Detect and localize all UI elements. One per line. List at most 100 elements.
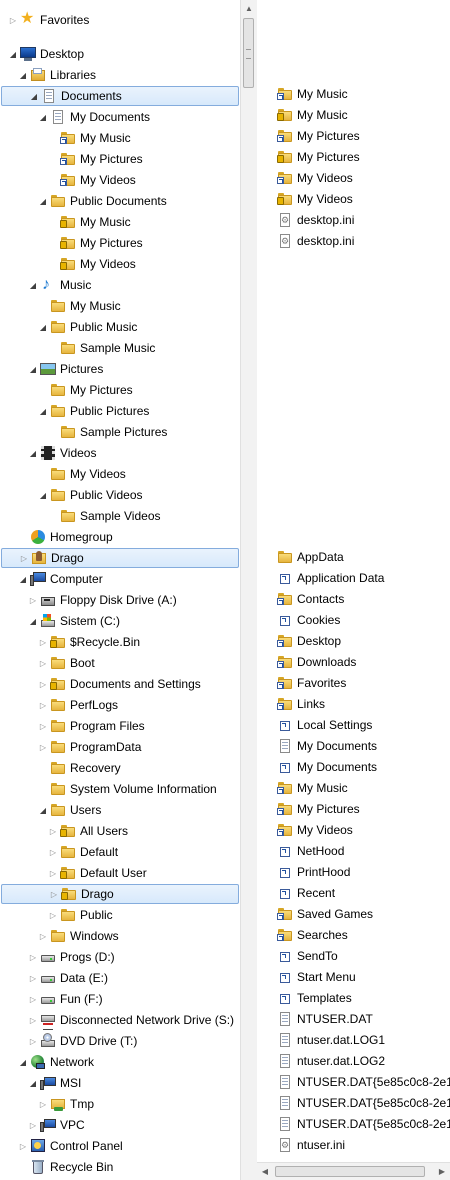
list-item-ntuser-dat-5e85c0c8-2e15[interactable]: NTUSER.DAT{5e85c0c8-2e15- (277, 1072, 450, 1092)
list-item-printhood[interactable]: PrintHood (277, 862, 450, 882)
expanded-arrow-icon[interactable]: ◢ (8, 49, 18, 59)
tree-item-my-videos[interactable]: My Videos (0, 254, 240, 274)
collapsed-arrow-icon[interactable]: ▷ (48, 826, 58, 836)
list-item-sendto[interactable]: SendTo (277, 946, 450, 966)
tree-item-computer[interactable]: ◢ Computer (0, 569, 240, 589)
list-item-desktop-ini[interactable]: desktop.ini (277, 210, 450, 230)
scroll-up-arrow[interactable]: ▲ (241, 0, 257, 16)
list-item-ntuser-dat-log1[interactable]: ntuser.dat.LOG1 (277, 1030, 450, 1050)
list-item-local-settings[interactable]: Local Settings (277, 715, 450, 735)
tree-item-libraries[interactable]: ◢ Libraries (0, 65, 240, 85)
tree-item-sample-pictures[interactable]: Sample Pictures (0, 422, 240, 442)
tree-item-network[interactable]: ◢ Network (0, 1052, 240, 1072)
tree-item-my-music[interactable]: My Music (0, 128, 240, 148)
tree-item-public-documents[interactable]: ◢ Public Documents (0, 191, 240, 211)
list-horizontal-scrollbar[interactable]: ◀ ▶ (257, 1162, 450, 1180)
tree-item-default-user[interactable]: ▷ Default User (0, 863, 240, 883)
tree-item-my-documents[interactable]: ◢ My Documents (0, 107, 240, 127)
collapsed-arrow-icon[interactable]: ▷ (48, 847, 58, 857)
expanded-arrow-icon[interactable]: ◢ (18, 70, 28, 80)
collapsed-arrow-icon[interactable]: ▷ (28, 1120, 38, 1130)
list-item-my-documents[interactable]: My Documents (277, 736, 450, 756)
list-item-ntuser-ini[interactable]: ntuser.ini (277, 1135, 450, 1155)
navigation-tree[interactable]: ▷ Favorites ◢ Desktop ◢ Libraries ◢ Documents ◢ M… (0, 0, 240, 1180)
collapsed-arrow-icon[interactable]: ▷ (19, 553, 29, 563)
list-item-downloads[interactable]: Downloads (277, 652, 450, 672)
tree-item-data-e[interactable]: ▷ Data (E:) (0, 968, 240, 988)
tree-item-perflogs[interactable]: ▷ PerfLogs (0, 695, 240, 715)
tree-item-homegroup[interactable]: Homegroup (0, 527, 240, 547)
list-item-appdata[interactable]: AppData (277, 547, 450, 567)
list-item-start-menu[interactable]: Start Menu (277, 967, 450, 987)
list-item-desktop[interactable]: Desktop (277, 631, 450, 651)
scroll-right-arrow[interactable]: ▶ (434, 1163, 450, 1180)
expanded-arrow-icon[interactable]: ◢ (28, 616, 38, 626)
collapsed-arrow-icon[interactable]: ▷ (38, 721, 48, 731)
list-item-favorites[interactable]: Favorites (277, 673, 450, 693)
list-item-desktop-ini[interactable]: desktop.ini (277, 231, 450, 251)
tree-item-tmp[interactable]: ▷ Tmp (0, 1094, 240, 1114)
list-item-my-videos[interactable]: My Videos (277, 820, 450, 840)
tree-item-default[interactable]: ▷ Default (0, 842, 240, 862)
collapsed-arrow-icon[interactable]: ▷ (38, 1099, 48, 1109)
list-item-searches[interactable]: Searches (277, 925, 450, 945)
collapsed-arrow-icon[interactable]: ▷ (48, 868, 58, 878)
collapsed-arrow-icon[interactable]: ▷ (28, 595, 38, 605)
tree-item-my-videos[interactable]: My Videos (0, 464, 240, 484)
collapsed-arrow-icon[interactable]: ▷ (28, 1036, 38, 1046)
collapsed-arrow-icon[interactable]: ▷ (38, 931, 48, 941)
tree-item-vpc[interactable]: ▷ VPC (0, 1115, 240, 1135)
expanded-arrow-icon[interactable]: ◢ (28, 448, 38, 458)
expanded-arrow-icon[interactable]: ◢ (29, 91, 39, 101)
tree-item-my-pictures[interactable]: My Pictures (0, 233, 240, 253)
tree-item-public-videos[interactable]: ◢ Public Videos (0, 485, 240, 505)
list-item-my-videos[interactable]: My Videos (277, 168, 450, 188)
tree-item-sistem-c[interactable]: ◢ Sistem (C:) (0, 611, 240, 631)
tree-item-programdata[interactable]: ▷ ProgramData (0, 737, 240, 757)
expanded-arrow-icon[interactable]: ◢ (38, 805, 48, 815)
tree-item-recovery[interactable]: Recovery (0, 758, 240, 778)
tree-item-music[interactable]: ◢ Music (0, 275, 240, 295)
collapsed-arrow-icon[interactable]: ▷ (38, 637, 48, 647)
list-item-my-music[interactable]: My Music (277, 84, 450, 104)
list-item-my-videos[interactable]: My Videos (277, 189, 450, 209)
expanded-arrow-icon[interactable]: ◢ (18, 574, 28, 584)
list-item-my-pictures[interactable]: My Pictures (277, 126, 450, 146)
tree-item-floppy-disk-drive-a[interactable]: ▷ Floppy Disk Drive (A:) (0, 590, 240, 610)
list-item-my-music[interactable]: My Music (277, 778, 450, 798)
list-item-my-pictures[interactable]: My Pictures (277, 799, 450, 819)
collapsed-arrow-icon[interactable]: ▷ (18, 1141, 28, 1151)
collapsed-arrow-icon[interactable]: ▷ (48, 910, 58, 920)
collapsed-arrow-icon[interactable]: ▷ (49, 889, 59, 899)
collapsed-arrow-icon[interactable]: ▷ (8, 15, 18, 25)
tree-item-control-panel[interactable]: ▷ Control Panel (0, 1136, 240, 1156)
tree-item-recycle-bin[interactable]: ▷ $Recycle.Bin (0, 632, 240, 652)
list-item-ntuser-dat-5e85c0c8-2e15[interactable]: NTUSER.DAT{5e85c0c8-2e15- (277, 1114, 450, 1134)
collapsed-arrow-icon[interactable]: ▷ (38, 679, 48, 689)
tree-item-documents-and-settings[interactable]: ▷ Documents and Settings (0, 674, 240, 694)
tree-item-pictures[interactable]: ◢ Pictures (0, 359, 240, 379)
expanded-arrow-icon[interactable]: ◢ (28, 280, 38, 290)
expanded-arrow-icon[interactable]: ◢ (28, 1078, 38, 1088)
tree-item-my-pictures[interactable]: My Pictures (0, 380, 240, 400)
tree-item-dvd-drive-t[interactable]: ▷ DVD Drive (T:) (0, 1031, 240, 1051)
tree-item-boot[interactable]: ▷ Boot (0, 653, 240, 673)
expanded-arrow-icon[interactable]: ◢ (28, 364, 38, 374)
tree-item-my-pictures[interactable]: My Pictures (0, 149, 240, 169)
tree-item-disconnected-network-drive-s[interactable]: ▷ Disconnected Network Drive (S:) (0, 1010, 240, 1030)
list-item-my-pictures[interactable]: My Pictures (277, 147, 450, 167)
tree-item-system-volume-information[interactable]: System Volume Information (0, 779, 240, 799)
tree-item-program-files[interactable]: ▷ Program Files (0, 716, 240, 736)
expanded-arrow-icon[interactable]: ◢ (38, 112, 48, 122)
tree-item-windows[interactable]: ▷ Windows (0, 926, 240, 946)
collapsed-arrow-icon[interactable]: ▷ (38, 700, 48, 710)
tree-item-my-music[interactable]: My Music (0, 212, 240, 232)
list-item-ntuser-dat-log2[interactable]: ntuser.dat.LOG2 (277, 1051, 450, 1071)
scroll-left-arrow[interactable]: ◀ (257, 1163, 273, 1180)
collapsed-arrow-icon[interactable]: ▷ (28, 994, 38, 1004)
list-item-contacts[interactable]: Contacts (277, 589, 450, 609)
file-list[interactable]: My Music My Music My Pictures My Pictures My… (257, 0, 450, 1162)
list-item-recent[interactable]: Recent (277, 883, 450, 903)
tree-item-videos[interactable]: ◢ Videos (0, 443, 240, 463)
tree-item-documents[interactable]: ◢ Documents (1, 86, 239, 106)
